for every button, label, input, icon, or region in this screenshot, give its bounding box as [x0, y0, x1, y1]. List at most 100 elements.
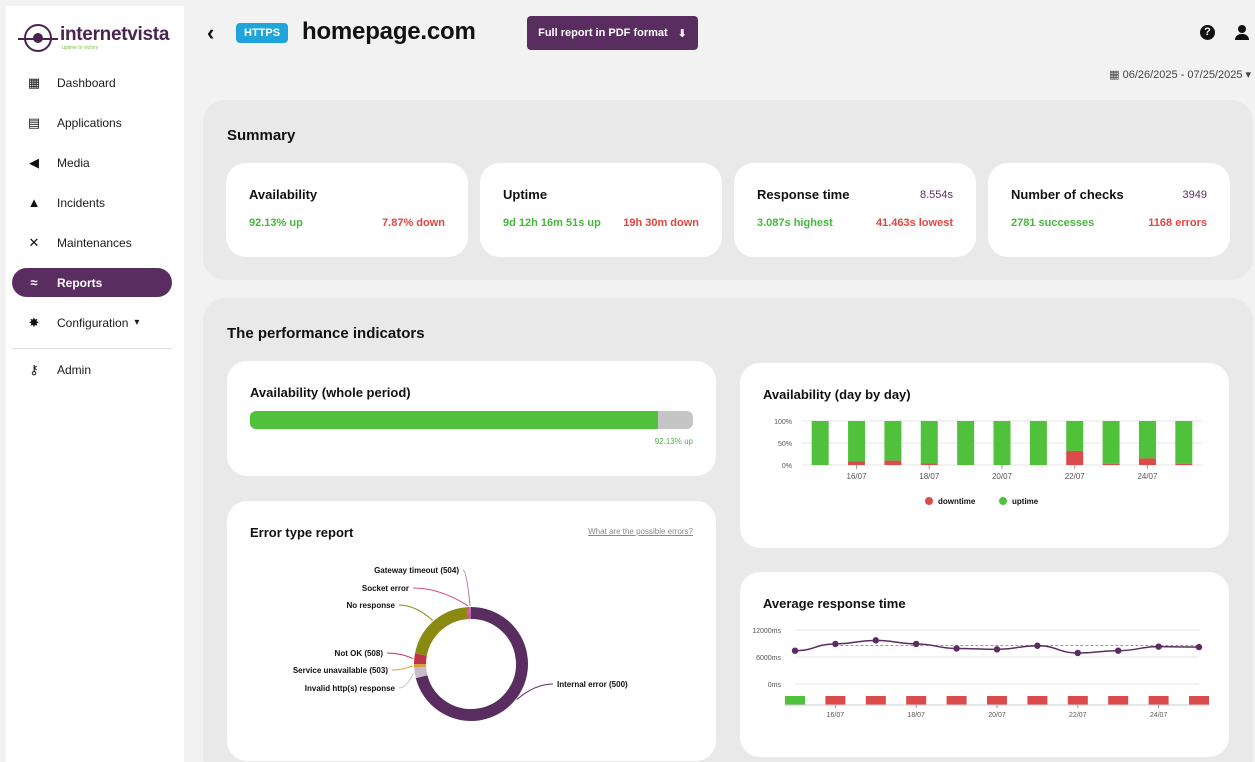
uptime-bar [848, 421, 866, 462]
sidebar-nav: ▦ Dashboard ▤ Applications ◀ Media ▲ Inc… [6, 68, 184, 395]
availability-up: 92.13% up [249, 217, 303, 229]
megaphone-icon: ◀ [29, 154, 39, 170]
sidebar-item-applications[interactable]: ▤ Applications [12, 108, 172, 137]
status-block [865, 696, 886, 705]
response-point [993, 646, 1001, 653]
status-block [987, 696, 1007, 705]
status-block [1027, 696, 1048, 705]
uptime-bar [957, 421, 975, 465]
summary-panel: Summary Availability 92.13% up 7.87% dow… [203, 100, 1253, 280]
sidebar-item-label: Reports [57, 275, 103, 290]
checks-successes: 2781 successes [1011, 217, 1095, 229]
uptime-card: Uptime 9d 12h 16m 51s up 19h 30m down [480, 163, 722, 257]
response-lowest: 41.463s lowest [875, 217, 953, 229]
donut-slice [414, 653, 427, 665]
warning-icon: ▲ [27, 195, 41, 210]
downtime-legend-dot [925, 497, 933, 505]
x-tick-label: 18/07 [919, 472, 940, 481]
sidebar-item-label: Applications [57, 115, 122, 130]
calendar-icon: ▦ [1109, 69, 1120, 81]
sidebar-item-media[interactable]: ◀ Media [12, 148, 172, 177]
x-tick-label: 22/07 [1065, 472, 1086, 481]
downtime-bar [884, 460, 902, 465]
status-block [946, 696, 967, 705]
sidebar-item-maintenances[interactable]: ✕ Maintenances [12, 228, 172, 257]
user-icon[interactable] [1235, 25, 1249, 40]
donut-label: Socket error [362, 584, 409, 593]
availability-title: Availability [249, 187, 318, 202]
response-point [913, 640, 920, 648]
uptime-bar [920, 421, 938, 464]
back-icon[interactable]: ‹ [207, 20, 214, 46]
response-value: 8.554s [919, 189, 953, 201]
x-tick-label: 24/07 [1150, 712, 1168, 719]
availability-down: 7.87% down [382, 217, 445, 229]
status-block [1148, 696, 1169, 705]
uptime-bar [811, 421, 829, 465]
sidebar-item-incidents[interactable]: ▲ Incidents [12, 188, 172, 217]
sidebar-item-admin[interactable]: ⚷ Admin [12, 355, 172, 384]
sidebar-item-configuration[interactable]: ✸ Configuration ▾ [12, 308, 172, 337]
y-tick-label: 0ms [768, 682, 782, 689]
downtime-bar [1066, 450, 1084, 465]
donut-leader-line [398, 672, 415, 689]
legend-label: downtime [938, 497, 976, 506]
help-icon[interactable]: ? [1200, 25, 1215, 40]
sidebar-item-label: Incidents [57, 195, 106, 210]
donut-slice [415, 607, 469, 656]
brand-name: internetvista [60, 24, 170, 45]
x-tick-label: 22/07 [1069, 712, 1087, 719]
uptime-bar [1066, 421, 1084, 451]
download-icon: ⬇ [677, 27, 687, 40]
y-tick-label: 6000ms [756, 655, 781, 662]
sidebar: internetvista uptime to victory ▦ Dashbo… [6, 6, 184, 762]
response-point [1115, 647, 1122, 654]
pdf-report-label: Full report in PDF format [538, 27, 668, 39]
sidebar-item-dashboard[interactable]: ▦ Dashboard [12, 68, 172, 97]
page-title: homepage.com [302, 18, 476, 45]
downtime-bar [1138, 458, 1156, 465]
status-block [906, 696, 927, 705]
date-range-picker[interactable]: ▦ 06/26/2025 - 07/25/2025 ▾ [1109, 68, 1251, 82]
uptime-bar [993, 421, 1011, 465]
avg-response-card: Average response time 12000ms 6000ms 0ms 16… [740, 572, 1229, 757]
donut-leader-line [412, 587, 469, 607]
donut-label: Not OK (508) [335, 649, 384, 658]
date-range-label: 06/26/2025 - 07/25/2025 [1122, 68, 1243, 81]
checks-card: Number of checks 3949 2781 successes 116… [988, 163, 1230, 257]
response-point [953, 645, 960, 652]
downtime-bar [1102, 463, 1120, 465]
downtime-bar [848, 461, 866, 465]
brand-tagline: uptime to victory [62, 45, 99, 51]
performance-title: The performance indicators [227, 325, 425, 342]
availability-progress-bar [250, 411, 693, 429]
uptime-legend-dot [999, 497, 1007, 505]
key-icon: ⚷ [29, 361, 39, 377]
gear-icon: ✸ [28, 314, 40, 330]
x-tick-label: 18/07 [907, 712, 925, 719]
response-point [872, 637, 879, 644]
x-tick-label: 20/07 [988, 712, 1006, 719]
donut-leader-line [398, 604, 433, 621]
status-block [825, 696, 846, 705]
chevron-down-icon: ▾ [134, 317, 140, 328]
y-tick-label: 12000ms [752, 628, 781, 635]
day-by-day-chart: 100% 50% 0% 16/07 18/07 20/07 22/07 24/07 downti… [774, 419, 1202, 506]
logo[interactable]: internetvista uptime to victory [18, 20, 170, 56]
sidebar-item-label: Maintenances [57, 235, 132, 250]
x-tick-label: 24/07 [1137, 472, 1158, 481]
uptime-down: 19h 30m down [623, 217, 699, 229]
avg-response-chart: 12000ms 6000ms 0ms 16/07 18/07 20/07 22/07 24/0… [752, 628, 1209, 719]
donut-label: Gateway timeout (504) [374, 566, 459, 575]
error-report-card: Error type report What are the possible … [227, 501, 716, 761]
downtime-bar [920, 463, 938, 465]
day-by-day-card: Availability (day by day) 100% 50% 0% 16/07… [740, 363, 1229, 548]
availability-progress-fill [250, 411, 659, 429]
pdf-report-button[interactable]: Full report in PDF format ⬇ [527, 16, 698, 50]
uptime-bar [1029, 421, 1047, 465]
x-tick-label: 16/07 [827, 712, 845, 719]
donut-label: Invalid http(s) response [305, 684, 396, 693]
sidebar-item-reports[interactable]: ≈ Reports [12, 268, 172, 297]
sidebar-item-label: Admin [57, 362, 92, 377]
dashboard-icon: ▦ [27, 74, 41, 90]
